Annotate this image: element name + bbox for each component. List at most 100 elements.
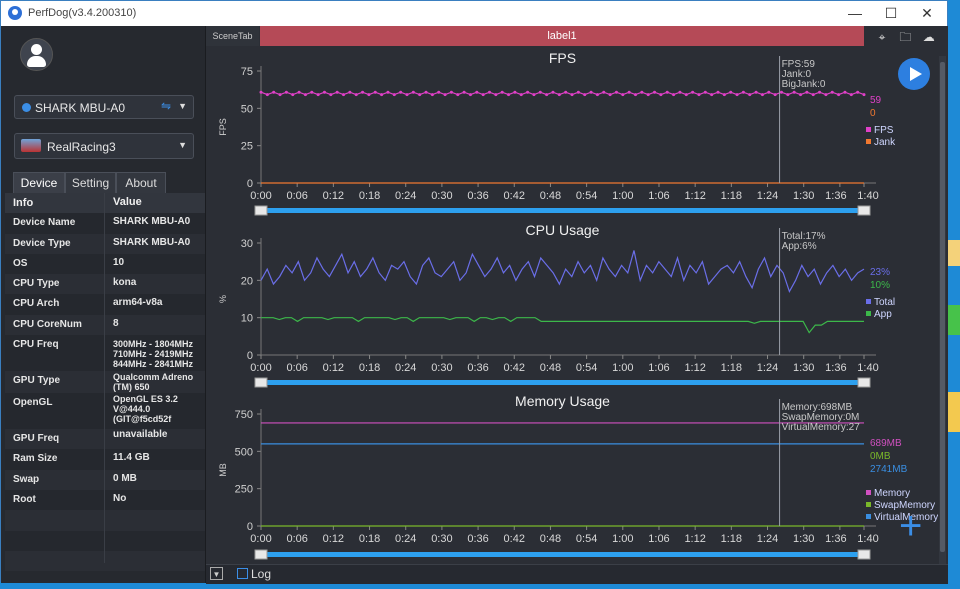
play-button[interactable]	[898, 58, 930, 90]
y-tick-label: 10	[241, 313, 253, 325]
x-tick-label: 0:24	[395, 533, 416, 545]
fps-point	[418, 93, 422, 97]
legend-swatch	[866, 502, 871, 507]
desktop-icon-2[interactable]	[948, 305, 960, 335]
y-tick-label: 0	[247, 178, 253, 190]
fps-point	[595, 93, 599, 97]
y-axis-label: FPS	[218, 118, 228, 136]
fps-point	[576, 90, 580, 94]
slider-handle-right	[857, 205, 871, 216]
cloud-icon[interactable]: ☁	[919, 30, 939, 44]
x-tick-label: 0:12	[323, 533, 344, 545]
series-line	[260, 250, 865, 294]
maximize-button[interactable]: ☐	[871, 1, 911, 26]
fps-point	[767, 90, 771, 94]
app-select[interactable]: RealRacing3 ▼	[14, 133, 194, 159]
fps-point	[462, 90, 466, 94]
fps-point	[399, 90, 403, 94]
collapse-toggle-icon[interactable]: ▼	[210, 567, 223, 580]
location-pin-icon[interactable]: ⌖	[872, 30, 892, 45]
tab-device[interactable]: Device	[13, 172, 65, 193]
row-value: No	[113, 492, 127, 504]
fps-point	[799, 93, 803, 97]
fps-point	[748, 93, 752, 97]
fps-point	[513, 90, 517, 94]
row-key: CPU Freq	[13, 339, 59, 351]
charts-area: FPS FPS 0 25 50 75 0:00 0:06 0:12 0:18 0:24 0:30 0:3…	[218, 50, 938, 560]
row-key: Ram Size	[13, 453, 58, 465]
x-tick-label: 1:30	[793, 362, 814, 374]
fps-point	[824, 93, 828, 97]
x-tick-label: 1:24	[757, 362, 778, 374]
device-select[interactable]: SHARK MBU-A0 ⇋ ▼	[14, 95, 194, 119]
fps-point	[468, 93, 472, 97]
x-tick-label: 0:24	[395, 362, 416, 374]
fps-point	[697, 93, 701, 97]
row-value: 300MHz - 1804MHz 710MHz - 2419MHz 844MHz…	[113, 339, 194, 370]
x-tick-label: 0:42	[504, 533, 525, 545]
fps-point	[818, 90, 822, 94]
chart-title: CPU Usage	[526, 222, 600, 238]
x-tick-label: 0:54	[576, 190, 597, 202]
row-key: CPU Arch	[13, 298, 60, 310]
link-icon[interactable]: ⇋	[161, 99, 171, 113]
fps-point	[602, 90, 606, 94]
x-tick-label: 1:30	[793, 190, 814, 202]
y-axis-label: MB	[218, 463, 228, 477]
close-button[interactable]: ✕	[907, 1, 947, 26]
fps-point	[811, 93, 815, 97]
x-tick-label: 1:18	[721, 533, 742, 545]
add-chart-button[interactable]: +	[899, 506, 922, 546]
legend-swatch	[866, 514, 871, 519]
slider-handle-left	[254, 549, 268, 560]
row-value: Qualcomm Adreno (TM) 650	[113, 372, 194, 393]
sidebar: SHARK MBU-A0 ⇋ ▼ RealRacing3 ▼ Device Se…	[1, 26, 206, 583]
user-avatar-icon[interactable]	[20, 38, 53, 71]
scene-tab[interactable]: SceneTab	[206, 26, 259, 46]
row-value: OpenGL ES 3.2 V@444.0 (GIT@f5cd52f	[113, 394, 178, 425]
scrollbar-thumb[interactable]	[940, 62, 945, 552]
desktop-icon-3[interactable]	[948, 392, 960, 432]
log-checkbox[interactable]	[237, 568, 248, 579]
x-tick-label: 1:36	[825, 362, 846, 374]
table-row: Root No	[5, 489, 205, 511]
minimize-button[interactable]: —	[835, 1, 875, 26]
fps-point	[335, 90, 339, 94]
fps-point	[722, 93, 726, 97]
fps-point	[310, 90, 314, 94]
row-key: Root	[13, 493, 36, 505]
label-bar[interactable]: label1	[260, 26, 864, 46]
x-tick-label: 0:42	[504, 190, 525, 202]
x-tick-label: 0:54	[576, 533, 597, 545]
row-value: kona	[113, 277, 137, 289]
y-tick-label: 20	[241, 275, 253, 287]
fps-point	[691, 90, 695, 94]
x-tick-label: 1:40	[857, 362, 878, 374]
window-title: PerfDog(v3.4.200310)	[28, 7, 137, 19]
fps-point	[589, 90, 593, 94]
x-tick-label: 0:12	[323, 190, 344, 202]
fps-point	[367, 93, 371, 97]
chevron-down-icon: ▼	[178, 140, 187, 150]
device-info-table: Info Value Device Name SHARK MBU-A0 Devic…	[5, 193, 205, 572]
tab-setting[interactable]: Setting	[65, 172, 116, 193]
fps-point	[386, 90, 390, 94]
x-tick-label: 0:06	[286, 190, 307, 202]
legend-swatch	[866, 490, 871, 495]
x-tick-label: 0:36	[467, 190, 488, 202]
desktop-icon-1[interactable]	[948, 240, 960, 266]
table-row: CPU CoreNum 8	[5, 314, 205, 336]
fps-point	[830, 90, 834, 94]
table-row-empty	[5, 530, 205, 551]
app-select-label: RealRacing3	[47, 140, 116, 154]
vertical-scrollbar[interactable]	[939, 56, 946, 566]
x-tick-label: 0:48	[540, 190, 561, 202]
slider-handle-right	[857, 549, 871, 560]
x-tick-label: 0:06	[286, 533, 307, 545]
tab-about[interactable]: About	[116, 172, 166, 193]
fps-point	[653, 90, 657, 94]
row-value: 11.4 GB	[113, 452, 150, 464]
fps-point	[488, 90, 492, 94]
fps-point	[627, 90, 631, 94]
fps-point	[564, 90, 568, 94]
